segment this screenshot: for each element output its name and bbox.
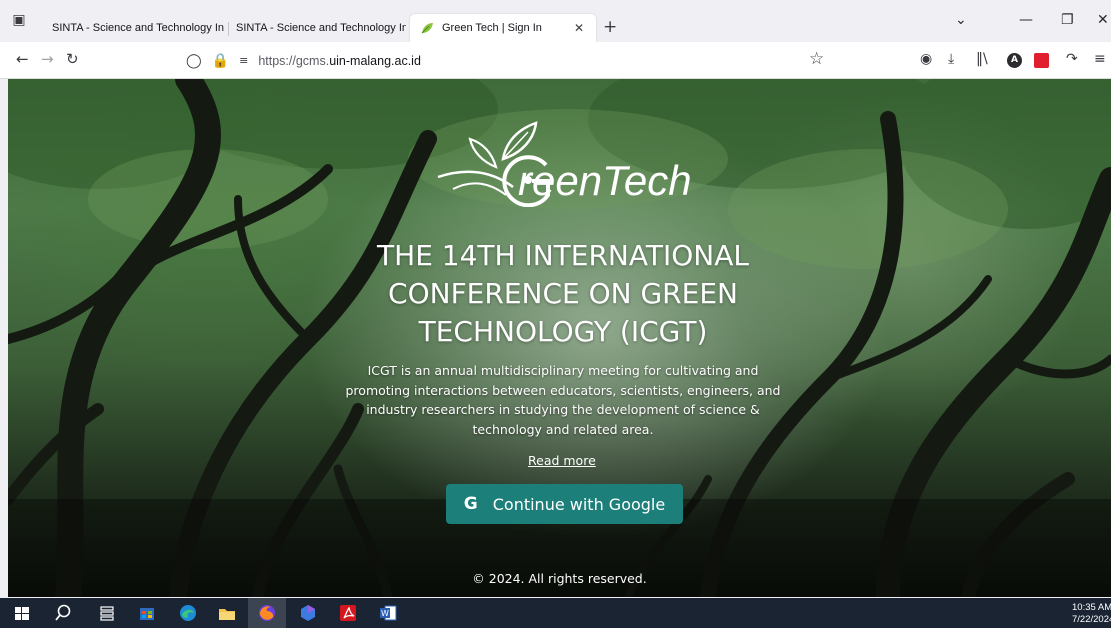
close-window-icon[interactable]: ✕ — [1097, 12, 1109, 28]
task-view-icon[interactable] — [97, 603, 117, 623]
search-icon[interactable] — [55, 603, 75, 623]
forward-icon[interactable]: → — [41, 50, 54, 68]
system-clock[interactable]: 10:35 AM 7/22/2024 — [1072, 602, 1111, 626]
back-icon[interactable]: ← — [16, 50, 29, 68]
restore-icon[interactable]: ❐ — [1061, 12, 1074, 28]
edge-icon[interactable] — [178, 603, 198, 623]
word-icon[interactable]: W — [378, 603, 398, 623]
tab-label: SINTA - Science and Technology Ind — [52, 22, 224, 34]
acrobat-icon[interactable] — [338, 603, 358, 623]
navigation-bar: ← → ↻ ◯ 🔒 ≡ https://gcms.uin-malang.ac.i… — [0, 42, 1111, 79]
app-icon[interactable] — [298, 603, 318, 623]
hero-section: reenTech THE 14TH INTERNATIONAL CONFEREN… — [8, 79, 1111, 597]
menu-icon[interactable]: ≡ — [1094, 51, 1106, 67]
tab-list-icon[interactable]: ▣ — [10, 11, 28, 29]
greentech-favicon-icon — [421, 23, 433, 34]
minimize-icon[interactable]: — — [1019, 12, 1033, 28]
reload-icon[interactable]: ↻ — [66, 50, 79, 68]
tab-sinta-1[interactable]: SINTA - Science and Technology Ind ✕ — [52, 18, 224, 38]
google-icon: G — [463, 494, 478, 514]
extension-dark-icon[interactable]: A — [1007, 53, 1022, 68]
close-icon[interactable]: ✕ — [574, 21, 584, 35]
svg-text:W: W — [381, 609, 389, 618]
tab-sinta-2[interactable]: SINTA - Science and Technology Ind ✕ — [236, 18, 406, 38]
firefox-icon[interactable] — [257, 603, 277, 623]
address-bar[interactable]: ◯ 🔒 ≡ https://gcms.uin-malang.ac.id — [186, 46, 836, 75]
store-icon[interactable] — [137, 603, 157, 623]
tab-strip: ▣ SINTA - Science and Technology Ind ✕ S… — [0, 0, 1111, 42]
library-icon[interactable]: ‖\ — [976, 51, 988, 67]
url-text: https://gcms.uin-malang.ac.id — [258, 53, 421, 68]
tab-label: Green Tech | Sign In — [442, 22, 542, 34]
footer-copyright: © 2024. All rights reserved. — [472, 571, 647, 586]
shield-icon[interactable]: ◯ — [186, 53, 202, 69]
extension-red-icon[interactable] — [1034, 53, 1049, 68]
windows-start-icon[interactable] — [12, 603, 32, 623]
chevron-down-icon[interactable]: ⌄ — [955, 12, 967, 28]
lock-icon[interactable]: 🔒 — [212, 53, 229, 69]
pocket-icon[interactable]: ◉ — [920, 51, 932, 67]
share-icon[interactable]: ↷ — [1066, 51, 1078, 67]
clock-time: 10:35 AM — [1072, 602, 1111, 613]
bookmark-star-icon[interactable]: ☆ — [809, 49, 824, 69]
read-more-link[interactable]: Read more — [528, 453, 596, 468]
page-description: ICGT is an annual multidisciplinary meet… — [345, 363, 781, 437]
new-tab-icon[interactable]: + — [603, 17, 617, 37]
file-explorer-icon[interactable] — [217, 603, 237, 623]
continue-with-google-button[interactable]: G Continue with Google — [446, 484, 683, 524]
page-title: THE 14TH INTERNATIONAL CONFERENCE ON GRE… — [377, 239, 749, 348]
permissions-icon[interactable]: ≡ — [239, 54, 248, 67]
tab-separator — [228, 22, 229, 36]
taskbar: W 10:35 AM 7/22/2024 — [0, 598, 1111, 628]
logo-text: reenTech — [518, 157, 692, 204]
clock-date: 7/22/2024 — [1072, 614, 1111, 625]
download-icon[interactable]: ⤓ — [948, 51, 954, 67]
tab-label: SINTA - Science and Technology Ind — [236, 22, 406, 34]
tab-green-tech[interactable]: Green Tech | Sign In ✕ — [410, 14, 596, 42]
google-button-label: Continue with Google — [492, 494, 666, 514]
